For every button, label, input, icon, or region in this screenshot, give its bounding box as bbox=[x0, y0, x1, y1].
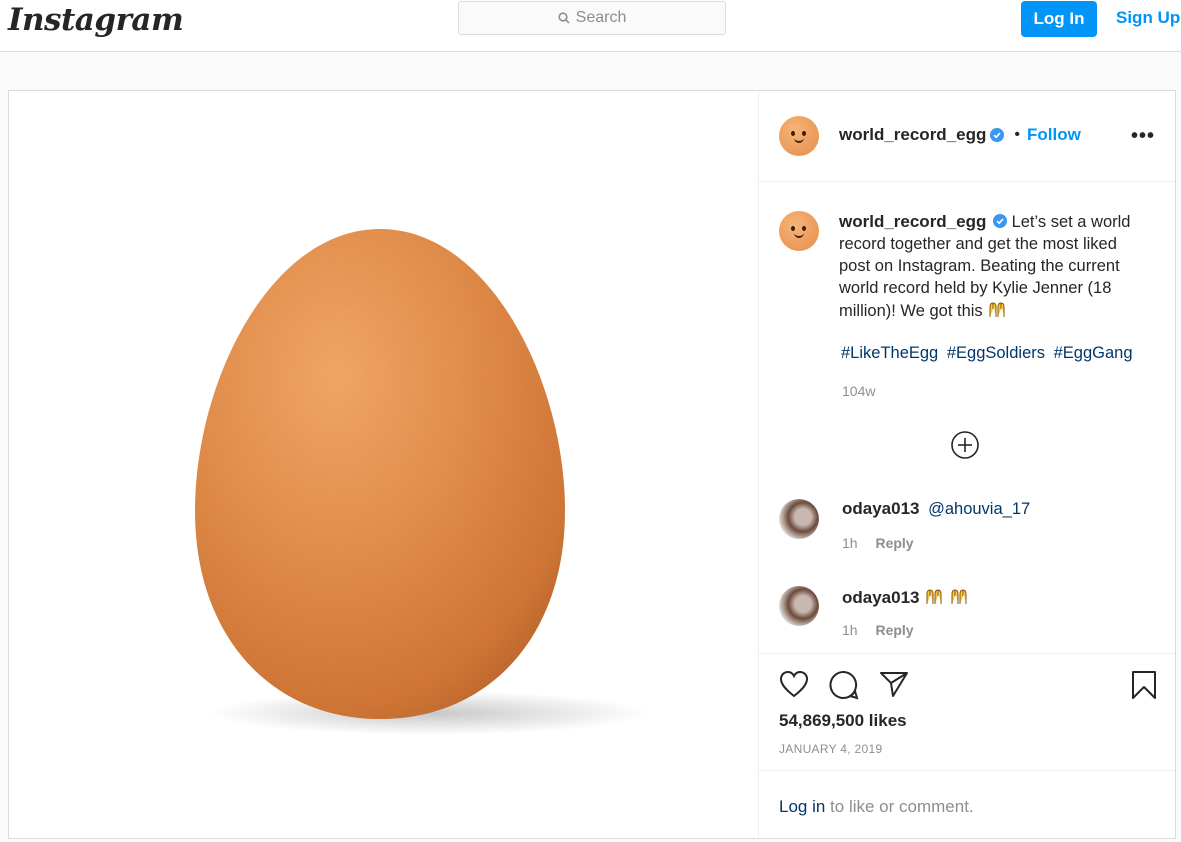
login-link[interactable]: Log in bbox=[779, 797, 825, 816]
post-actions: 54,869,500 likes JANUARY 4, 2019 bbox=[759, 653, 1175, 772]
top-navigation-bar: Instagram Search Log In Sign Up bbox=[0, 0, 1181, 52]
raised-hands-emoji bbox=[926, 589, 942, 604]
follow-button[interactable]: Follow bbox=[1027, 125, 1081, 145]
post-author: world_record_egg • Follow bbox=[839, 125, 1081, 145]
login-prompt-text: to like or comment. bbox=[825, 797, 974, 816]
bookmark-icon[interactable] bbox=[1131, 670, 1157, 700]
raised-hands-emoji bbox=[951, 589, 967, 604]
signup-link[interactable]: Sign Up bbox=[1116, 8, 1180, 28]
search-placeholder: Search bbox=[575, 9, 627, 26]
post-date: JANUARY 4, 2019 bbox=[779, 742, 883, 756]
comment-username[interactable]: odaya013 bbox=[842, 588, 920, 607]
raised-hands-emoji bbox=[989, 302, 1005, 317]
reply-button[interactable]: Reply bbox=[875, 622, 913, 638]
avatar[interactable] bbox=[779, 116, 819, 156]
caption-username[interactable]: world_record_egg bbox=[839, 212, 986, 231]
post-age: 104w bbox=[842, 383, 876, 399]
post-header: world_record_egg • Follow ••• bbox=[759, 91, 1175, 182]
mention-link[interactable]: @ahouvia_17 bbox=[928, 500, 1030, 518]
hashtags: #LikeTheEgg #EggSoldiers #EggGang bbox=[841, 344, 1137, 363]
separator-dot: • bbox=[1014, 126, 1020, 143]
reply-button[interactable]: Reply bbox=[875, 535, 913, 551]
more-options-icon[interactable]: ••• bbox=[1131, 125, 1155, 148]
load-more-icon[interactable] bbox=[951, 431, 979, 459]
post-footer: Log in to like or comment. bbox=[759, 770, 1175, 839]
comment-username[interactable]: odaya013 bbox=[842, 499, 920, 518]
verified-icon bbox=[990, 128, 1005, 142]
search-icon bbox=[558, 12, 570, 24]
comment-time: 1h bbox=[842, 622, 858, 638]
login-prompt: Log in to like or comment. bbox=[779, 797, 974, 817]
post-sidebar: world_record_egg • Follow ••• world_reco… bbox=[759, 91, 1175, 838]
caption-avatar[interactable] bbox=[779, 211, 819, 251]
comment-time: 1h bbox=[842, 535, 858, 551]
comment-meta: 1h Reply bbox=[842, 622, 914, 638]
comment-icon[interactable] bbox=[829, 670, 859, 700]
hashtag-link[interactable]: #LikeTheEgg bbox=[841, 344, 938, 362]
instagram-logo[interactable]: Instagram bbox=[8, 2, 184, 38]
egg-texture bbox=[195, 229, 565, 719]
hashtag-link[interactable]: #EggGang bbox=[1054, 344, 1133, 362]
login-button[interactable]: Log In bbox=[1021, 1, 1097, 37]
share-icon[interactable] bbox=[879, 670, 909, 698]
post-card: world_record_egg • Follow ••• world_reco… bbox=[8, 90, 1176, 839]
comment-text: odaya013 @ahouvia_17 bbox=[842, 499, 1030, 519]
post-image[interactable] bbox=[9, 91, 759, 838]
verified-icon bbox=[992, 214, 1007, 228]
search-input[interactable]: Search bbox=[458, 1, 726, 35]
comment-meta: 1h Reply bbox=[842, 535, 914, 551]
comment-text: odaya013 bbox=[842, 586, 969, 608]
username-link[interactable]: world_record_egg bbox=[839, 125, 986, 145]
like-count[interactable]: 54,869,500 likes bbox=[779, 711, 907, 731]
post-caption: world_record_egg Let’s set a world recor… bbox=[839, 211, 1139, 322]
heart-icon[interactable] bbox=[779, 670, 809, 698]
avatar[interactable] bbox=[779, 499, 819, 539]
avatar[interactable] bbox=[779, 586, 819, 626]
hashtag-link[interactable]: #EggSoldiers bbox=[947, 344, 1045, 362]
